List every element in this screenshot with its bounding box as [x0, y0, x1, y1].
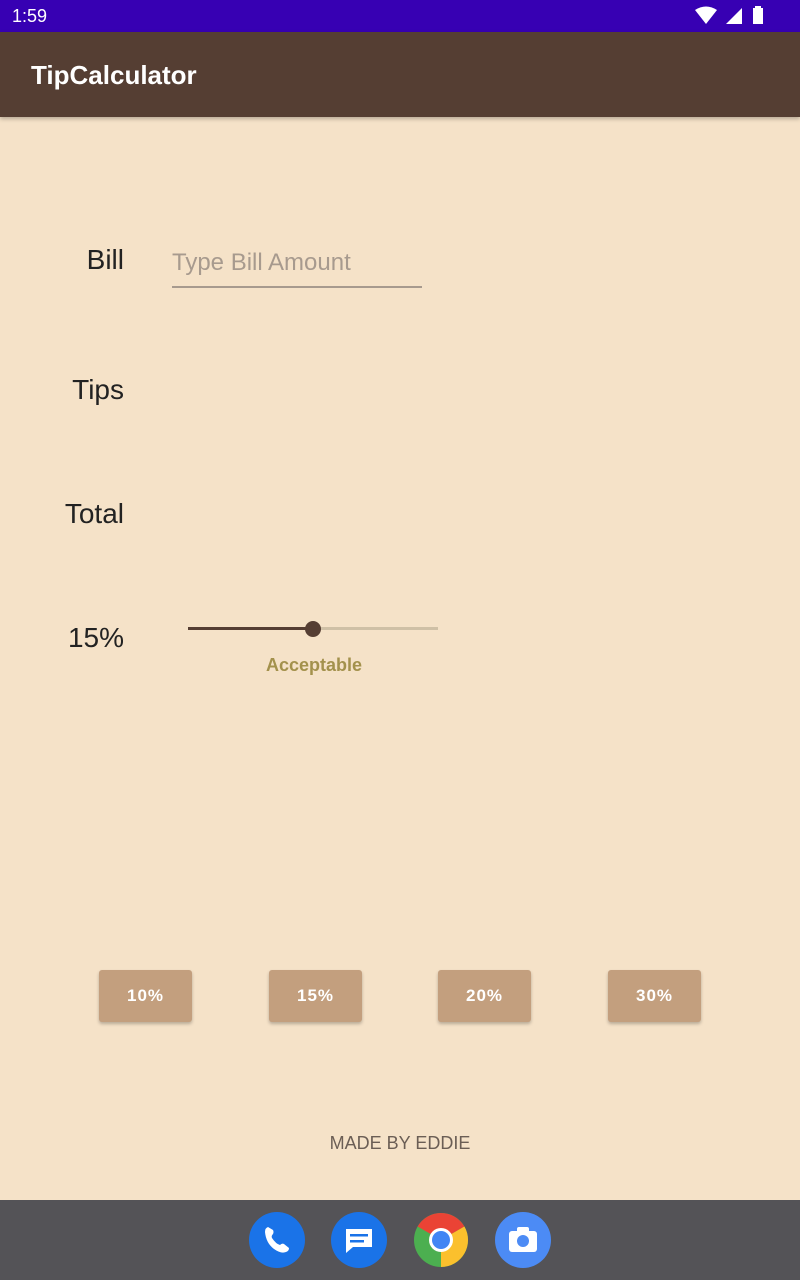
- status-bar: 1:59: [0, 0, 800, 32]
- app-title: TipCalculator: [31, 60, 197, 90]
- footer-credit: MADE BY EDDIE: [329, 1133, 471, 1153]
- status-time: 1:59: [12, 6, 48, 26]
- tip-percent-label: 15%: [67, 622, 124, 653]
- tip-20-button[interactable]: 20%: [438, 970, 531, 1022]
- tip-description: Acceptable: [265, 655, 363, 675]
- bill-label: Bill: [86, 244, 124, 275]
- status-icons: [691, 6, 764, 26]
- messages-icon[interactable]: [331, 1212, 387, 1268]
- app-bar: TipCalculator: [0, 32, 800, 117]
- battery-icon: [753, 6, 763, 24]
- navigation-bar: [0, 1200, 800, 1280]
- total-label: Total: [64, 498, 124, 529]
- bill-amount-input[interactable]: [172, 240, 422, 288]
- tips-label: Tips: [72, 374, 124, 405]
- tip-seekbar[interactable]: [188, 618, 438, 640]
- wifi-icon: [695, 6, 718, 24]
- signal-icon: [725, 8, 742, 24]
- seekbar-progress: [188, 627, 313, 630]
- camera-icon[interactable]: [495, 1212, 551, 1268]
- tip-15-button[interactable]: 15%: [269, 970, 362, 1022]
- seekbar-thumb[interactable]: [305, 621, 321, 637]
- chrome-icon[interactable]: [413, 1212, 469, 1268]
- phone-icon[interactable]: [249, 1212, 305, 1268]
- tip-30-button[interactable]: 30%: [608, 970, 701, 1022]
- tip-10-button[interactable]: 10%: [99, 970, 192, 1022]
